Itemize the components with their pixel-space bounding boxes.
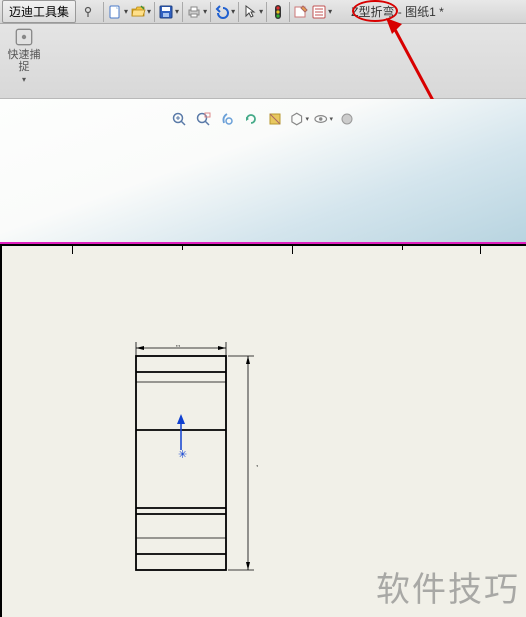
separator <box>182 2 183 22</box>
zoom-fit-button[interactable] <box>169 109 189 129</box>
svg-text:,,: ,, <box>176 342 180 348</box>
document-title: Z型折弯 - 图纸1 * <box>351 3 444 20</box>
view-prev-button[interactable] <box>217 109 237 129</box>
display-style-button[interactable]: ▾ <box>289 109 309 129</box>
quick-snap-label: 快速捕捉 <box>8 49 41 73</box>
undo-button[interactable]: ▾ <box>213 1 236 23</box>
svg-text:,: , <box>256 459 258 468</box>
save-button[interactable]: ▾ <box>157 1 180 23</box>
quick-snap-button[interactable]: 快速捕捉 ▾ <box>4 26 44 84</box>
separator <box>210 2 211 22</box>
plugin-menu-button[interactable]: 迈迪工具集 <box>2 0 76 23</box>
ribbon-bar: 快速捕捉 ▾ <box>0 24 526 99</box>
pin-icon[interactable] <box>79 3 97 21</box>
separator <box>103 2 104 22</box>
separator <box>289 2 290 22</box>
select-button[interactable]: ▾ <box>241 1 264 23</box>
background-gradient: ▾ ▾ <box>0 99 526 244</box>
view-rotate-button[interactable] <box>241 109 261 129</box>
drawing-sheet[interactable]: ,, , ✳ 软件技巧 <box>0 244 526 617</box>
drawing-view[interactable]: ,, , ✳ <box>128 342 298 592</box>
properties-button[interactable] <box>292 1 310 23</box>
print-button[interactable]: ▾ <box>185 1 208 23</box>
hide-show-button[interactable]: ▾ <box>313 109 333 129</box>
ruler-horizontal <box>2 246 526 258</box>
separator <box>266 2 267 22</box>
origin-marker: ✳ <box>177 414 187 461</box>
separator <box>238 2 239 22</box>
quick-snap-dropdown-icon: ▾ <box>22 75 26 84</box>
rebuild-button[interactable] <box>269 1 287 23</box>
view-toolbar: ▾ ▾ <box>169 109 357 129</box>
svg-text:✳: ✳ <box>178 449 187 461</box>
section-view-button[interactable] <box>265 109 285 129</box>
watermark-text: 软件技巧 <box>376 562 520 611</box>
apply-scene-button[interactable] <box>337 109 357 129</box>
separator <box>154 2 155 22</box>
open-button[interactable]: ▾ <box>129 1 152 23</box>
top-toolbar: 迈迪工具集 ▾ ▾ ▾ ▾ ▾ ▾ ▾ Z型折弯 - 图纸1 * <box>0 0 526 24</box>
options-button[interactable]: ▾ <box>310 1 333 23</box>
zoom-area-button[interactable] <box>193 109 213 129</box>
new-doc-button[interactable]: ▾ <box>106 1 129 23</box>
